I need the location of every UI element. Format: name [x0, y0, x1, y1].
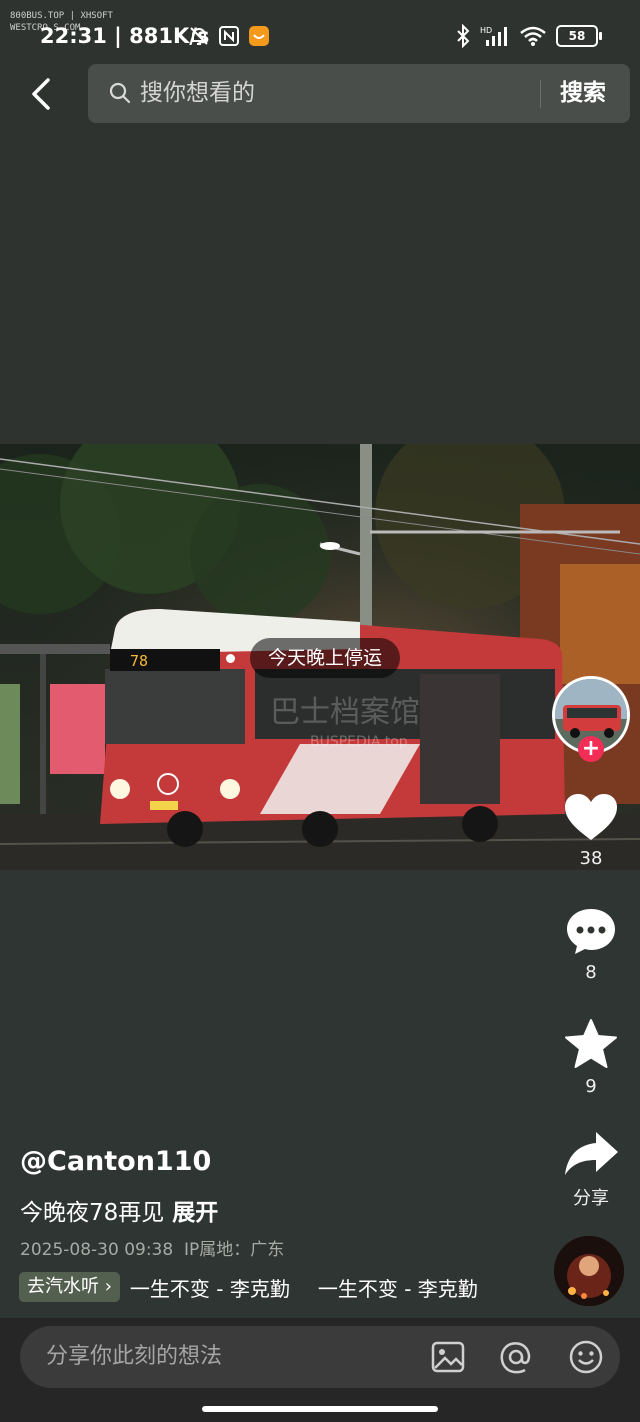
battery-indicator: 58 [556, 25, 602, 47]
post-caption: 今晚夜78再见 展开 [20, 1193, 218, 1227]
home-indicator[interactable] [202, 1406, 438, 1412]
chevron-left-icon [32, 78, 50, 110]
like-button[interactable]: 38 [560, 792, 622, 869]
favorite-count: 9 [585, 1076, 597, 1097]
status-icons-right: HD 58 [455, 24, 602, 48]
music-disc[interactable] [554, 1236, 624, 1306]
image-icon[interactable] [430, 1339, 466, 1375]
post-meta: 2025-08-30 09:38 IP属地：广东 [20, 1235, 284, 1260]
comment-count: 8 [585, 962, 597, 983]
search-input[interactable]: 搜你想看的 [140, 64, 255, 123]
cellular-signal-icon: HD [480, 26, 507, 46]
search-button[interactable]: 搜索 [560, 64, 606, 123]
comment-button[interactable]: 8 [560, 906, 622, 983]
music-row[interactable]: 去汽水听 › 一生不变 - 李克勤 一生不变 - 李克勤 [19, 1271, 497, 1303]
music-title: 一生不变 - 李克勤 [129, 1276, 290, 1301]
favorite-button[interactable]: 9 [560, 1018, 622, 1097]
search-bar[interactable]: 搜你想看的 搜索 [88, 64, 630, 123]
svg-text:HD: HD [480, 26, 492, 35]
share-arrow-icon [565, 1132, 618, 1175]
post-author[interactable]: @Canton110 [20, 1146, 211, 1177]
mute-bell-icon [190, 27, 208, 45]
music-title-marquee: 一生不变 - 李克勤 [317, 1276, 478, 1301]
svg-text:BUSPEDIA.top: BUSPEDIA.top [310, 734, 408, 750]
ip-location: IP属地：广东 [184, 1240, 285, 1260]
svg-text:巴士档案馆: 巴士档案馆 [270, 695, 420, 730]
comment-bubble-icon [567, 909, 615, 954]
photo-tag[interactable]: 今天晚上停运 [250, 638, 401, 678]
heart-icon [565, 794, 617, 840]
status-time: 22:31 | 881K/s [40, 24, 210, 48]
like-count: 38 [579, 848, 603, 869]
music-cover-image [554, 1236, 624, 1306]
music-app-tag[interactable]: 去汽水听 › [19, 1272, 120, 1302]
emoji-icon[interactable] [568, 1339, 604, 1375]
search-icon [109, 82, 131, 104]
comment-bar[interactable]: 分享你此刻的想法 [20, 1326, 620, 1388]
clock: 22:31 [40, 24, 107, 48]
expand-button[interactable]: 展开 [172, 1200, 218, 1226]
bluetooth-icon [457, 24, 470, 48]
back-button[interactable] [22, 72, 62, 116]
star-icon [565, 1019, 617, 1068]
search-divider [540, 80, 541, 108]
wifi-icon [520, 26, 546, 46]
share-label: 分享 [573, 1188, 609, 1209]
app-notification-icon [249, 26, 269, 46]
music-tag-label: 去汽水听 [27, 1276, 99, 1297]
post-datetime: 2025-08-30 09:38 [20, 1240, 174, 1260]
status-bar: 22:31 | 881K/s HD 58 [0, 18, 640, 54]
caption-text: 今晚夜78再见 [20, 1200, 165, 1226]
route-sign-text: 78 [130, 652, 148, 670]
status-icons-left [188, 25, 270, 47]
share-button[interactable]: 分享 [560, 1130, 622, 1210]
mention-at-icon[interactable] [498, 1339, 534, 1375]
follow-button[interactable]: + [578, 736, 604, 762]
comment-input[interactable]: 分享你此刻的想法 [46, 1326, 222, 1388]
photo-tag-dot [226, 654, 235, 663]
nfc-icon [219, 26, 239, 46]
